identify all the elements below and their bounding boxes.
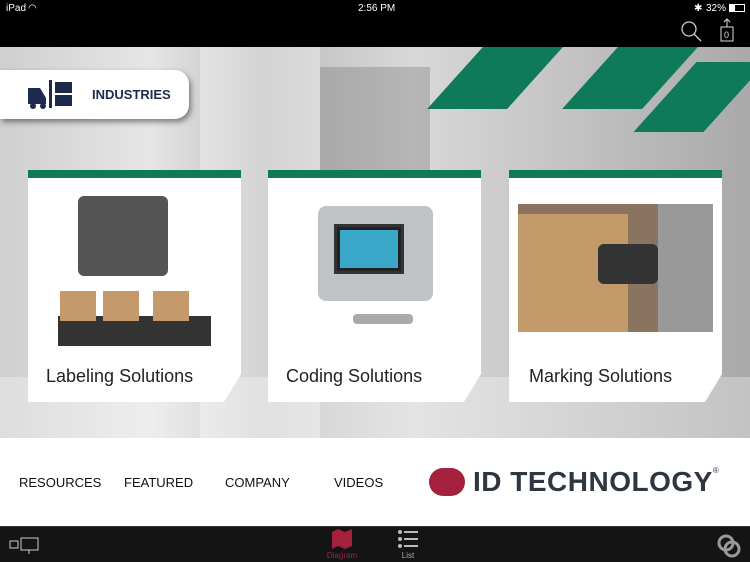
status-bar: iPad ◠ 2:56 PM ✱ 32%: [0, 0, 750, 16]
forklift-icon: [28, 80, 72, 109]
card-title: Labeling Solutions: [46, 366, 194, 386]
cart-count: 0: [724, 30, 730, 40]
tab-label: List: [401, 551, 415, 560]
map-icon: [332, 529, 352, 549]
device-label: iPad: [6, 3, 27, 14]
hero-section: INDUSTRIES Labeling Solutions Coding Sol…: [0, 47, 750, 438]
card-title: Coding Solutions: [286, 366, 423, 386]
card-coding-solutions[interactable]: Coding Solutions: [268, 170, 481, 402]
industries-label: INDUSTRIES: [92, 87, 171, 102]
bluetooth-icon: ✱: [694, 3, 703, 14]
bottom-nav: RESOURCES FEATURED COMPANY VIDEOS ID TEC…: [0, 438, 750, 526]
nav-featured[interactable]: FEATURED: [124, 475, 193, 490]
tab-label: Diagram: [326, 551, 358, 560]
battery-icon: [729, 4, 745, 12]
tab-list[interactable]: List: [388, 529, 428, 560]
card-title: Marking Solutions: [529, 366, 673, 386]
decor-stripe: [427, 47, 563, 109]
top-toolbar: 0: [0, 16, 750, 47]
nav-resources[interactable]: RESOURCES: [19, 475, 101, 490]
card-marking-solutions[interactable]: Marking Solutions: [509, 170, 722, 402]
screen-mirror-icon[interactable]: [9, 537, 41, 555]
marking-system-image: [518, 204, 713, 332]
labeling-machine-image: [58, 196, 211, 346]
search-icon[interactable]: [680, 20, 702, 42]
link-icon[interactable]: [716, 533, 742, 559]
nav-videos[interactable]: VIDEOS: [334, 475, 383, 490]
industries-button[interactable]: INDUSTRIES: [0, 70, 189, 119]
battery-percent: 32%: [706, 3, 727, 14]
cart-button[interactable]: 0: [718, 18, 736, 42]
list-icon: [398, 530, 418, 548]
nav-company[interactable]: COMPANY: [225, 475, 290, 490]
card-labeling-solutions[interactable]: Labeling Solutions: [28, 170, 241, 402]
wifi-icon: ◠: [28, 3, 37, 14]
tab-diagram[interactable]: Diagram: [322, 529, 362, 560]
tab-bar: Diagram List: [0, 526, 750, 562]
logo-mark-icon: [429, 468, 465, 496]
clock: 2:56 PM: [358, 3, 396, 14]
brand-name: ID TECHNOLOGY: [473, 466, 713, 497]
id-technology-logo: ID TECHNOLOGY ®: [429, 466, 719, 498]
registered-mark: ®: [712, 466, 719, 475]
coding-printer-image: [298, 196, 451, 346]
